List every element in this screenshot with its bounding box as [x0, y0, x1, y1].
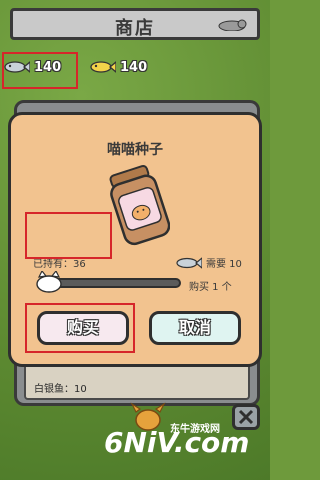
purchase-dialog: 喵喵种子 已持有：36 需要 10 购买 1 个 购买 取消 — [8, 112, 262, 367]
buy-button-label: 购买 — [66, 318, 99, 337]
cancel-button-label: 取消 — [178, 318, 211, 337]
silver-fish-icon — [176, 256, 202, 269]
highlight-box-owned — [25, 212, 112, 259]
gold-fish-balance: 140 — [90, 54, 170, 80]
gold-fish-icon — [90, 61, 116, 73]
gold-fish-amount: 140 — [120, 59, 148, 75]
price-label: 需要 10 — [176, 255, 242, 270]
cat-head-slider-handle[interactable] — [35, 271, 63, 293]
quantity-slider[interactable] — [35, 271, 181, 293]
slider-track[interactable] — [45, 278, 181, 288]
watermark: 6NiV.com 东牛游戏网 — [102, 402, 262, 466]
cancel-button[interactable]: 取消 — [149, 311, 241, 345]
quantity-label: 购买 1 个 — [189, 282, 232, 293]
sleeping-cat-icon — [218, 19, 247, 31]
highlight-box-balance — [2, 52, 78, 89]
seed-jar-icon — [109, 164, 170, 246]
watermark-brand: 东牛游戏网 — [170, 424, 220, 435]
price-text: 需要 10 — [206, 259, 242, 270]
shop-list-row: 白银鱼：10 — [34, 384, 87, 395]
item-name: 喵喵种子 — [107, 142, 163, 158]
shop-title-bar: 商店 — [10, 8, 260, 40]
